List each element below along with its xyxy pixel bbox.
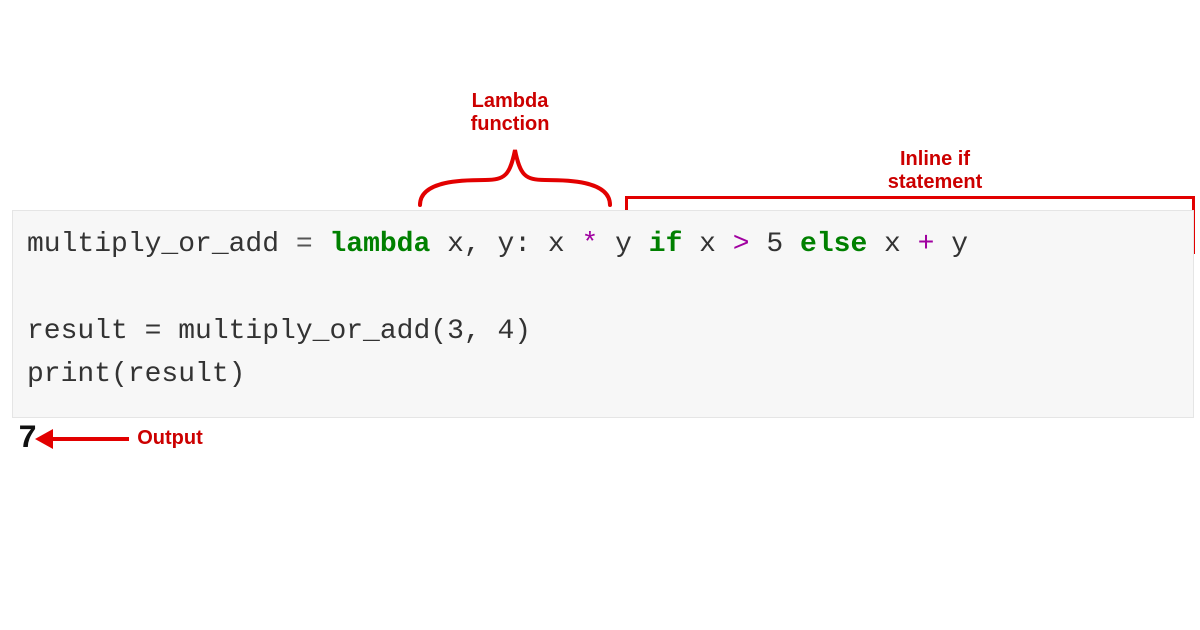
output-label: Output bbox=[137, 427, 203, 450]
code-lambda-kw: lambda bbox=[329, 229, 430, 260]
brace-icon bbox=[410, 140, 620, 210]
arrow-head-icon bbox=[35, 429, 53, 449]
code-five: 5 bbox=[750, 229, 800, 260]
code-y2: y bbox=[934, 229, 968, 260]
code-x1: x bbox=[548, 229, 582, 260]
code-x2: x bbox=[867, 229, 917, 260]
code-if-kw: if bbox=[649, 229, 683, 260]
code-params: x, y: bbox=[430, 229, 548, 260]
annotation-lambda-line1: Lambda bbox=[472, 90, 549, 112]
output-line: 7 Output bbox=[18, 420, 203, 457]
code-cond-x: x bbox=[682, 229, 732, 260]
code-y: y bbox=[598, 229, 648, 260]
code-line3: result = multiply_or_add(3, 4) bbox=[27, 316, 531, 347]
arrow-icon bbox=[49, 437, 129, 441]
code-gt: > bbox=[733, 229, 750, 260]
code-star: * bbox=[582, 229, 599, 260]
annotation-inline-line2: statement bbox=[888, 171, 982, 193]
annotation-lambda: Lambda function bbox=[430, 90, 590, 136]
annotation-inline-line1: Inline if bbox=[900, 148, 970, 170]
code-plus: + bbox=[918, 229, 935, 260]
code-else-kw: else bbox=[800, 229, 867, 260]
code-line4: print(result) bbox=[27, 359, 245, 390]
annotation-inline-if: Inline if statement bbox=[855, 148, 1015, 194]
code-var: multiply_or_add bbox=[27, 229, 279, 260]
code-block: multiply_or_add = lambda x, y: x * y if … bbox=[12, 210, 1194, 418]
code-assign: = bbox=[279, 229, 329, 260]
annotation-lambda-line2: function bbox=[471, 113, 550, 135]
